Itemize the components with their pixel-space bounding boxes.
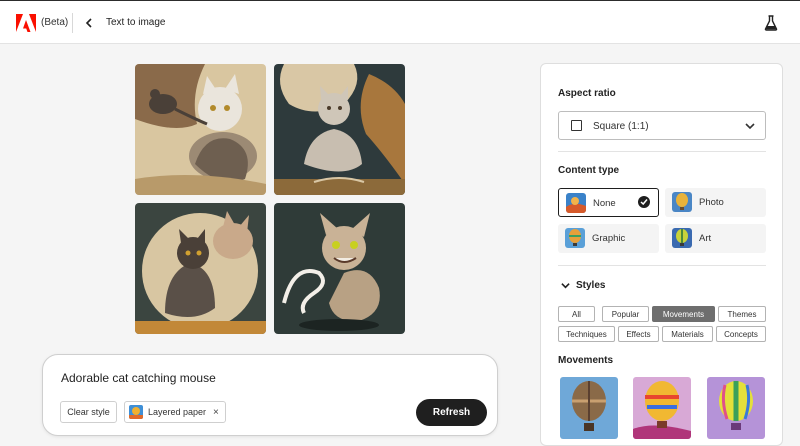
movement-style-1[interactable] <box>560 377 618 439</box>
cat-image <box>135 203 266 334</box>
cat-image <box>274 64 405 195</box>
back-button[interactable] <box>82 15 96 31</box>
balloon-icon <box>566 193 586 213</box>
balloon-thumbnail <box>633 377 691 439</box>
content-type-label: Photo <box>699 197 724 208</box>
layered-paper-thumbnail <box>129 405 143 419</box>
checkmark-icon <box>638 196 650 208</box>
styles-title: Styles <box>576 280 606 291</box>
adobe-logo-icon[interactable] <box>16 14 36 32</box>
movements-title: Movements <box>558 355 614 366</box>
styles-section-toggle[interactable]: Styles <box>561 280 605 291</box>
content-type-none[interactable]: None <box>558 188 659 217</box>
balloon-icon <box>672 228 692 248</box>
labs-flask-icon[interactable] <box>764 15 778 31</box>
content-type-art[interactable]: Art <box>665 224 766 253</box>
divider <box>558 151 766 152</box>
style-chip-layered-paper[interactable]: Layered paper × <box>124 401 226 423</box>
chevron-down-icon <box>561 283 570 289</box>
square-icon <box>571 120 582 131</box>
content-type-graphic[interactable]: Graphic <box>558 224 659 253</box>
settings-panel: Aspect ratio Square (1:1) Content type N… <box>540 63 783 446</box>
style-tab-movements[interactable]: Movements <box>652 306 715 322</box>
close-icon[interactable]: × <box>213 407 219 418</box>
breadcrumb: Text to image <box>106 17 166 28</box>
aspect-ratio-select[interactable]: Square (1:1) <box>558 111 766 140</box>
aspect-ratio-title: Aspect ratio <box>558 88 616 99</box>
chevron-left-icon <box>85 18 92 28</box>
chevron-down-icon <box>745 123 755 130</box>
balloon-icon <box>672 192 692 212</box>
style-chip-label: Layered paper <box>148 407 207 417</box>
balloon-thumbnail <box>560 377 618 439</box>
content-type-label: Art <box>699 233 712 244</box>
movement-style-3[interactable] <box>707 377 765 439</box>
content-type-label: Graphic <box>592 233 626 244</box>
generated-image-3[interactable] <box>135 203 266 334</box>
style-tab-popular[interactable]: Popular <box>602 306 649 322</box>
style-tab-concepts[interactable]: Concepts <box>716 326 766 342</box>
divider <box>558 265 766 266</box>
aspect-ratio-value: Square (1:1) <box>593 121 649 132</box>
generated-image-4[interactable] <box>274 203 405 334</box>
balloon-thumbnail <box>707 377 765 439</box>
prompt-box: Adorable cat catching mouse Clear style … <box>42 354 498 436</box>
style-tab-themes[interactable]: Themes <box>718 306 766 322</box>
style-tab-all[interactable]: All <box>558 306 595 322</box>
content-type-photo[interactable]: Photo <box>665 188 766 217</box>
image-grid <box>135 64 405 334</box>
cat-image <box>274 203 405 334</box>
content-type-title: Content type <box>558 165 620 176</box>
generated-image-2[interactable] <box>274 64 405 195</box>
style-tab-techniques[interactable]: Techniques <box>558 326 615 342</box>
cat-image <box>135 64 266 195</box>
content-type-label: None <box>593 198 616 209</box>
generated-image-1[interactable] <box>135 64 266 195</box>
style-tab-effects[interactable]: Effects <box>618 326 659 342</box>
movement-style-2[interactable] <box>633 377 691 439</box>
style-tab-materials[interactable]: Materials <box>662 326 713 342</box>
balloon-icon <box>565 228 585 248</box>
beta-label: (Beta) <box>41 17 69 28</box>
clear-style-button[interactable]: Clear style <box>60 401 117 423</box>
refresh-button[interactable]: Refresh <box>416 399 487 426</box>
top-bar: (Beta) Text to image <box>0 0 800 44</box>
prompt-input[interactable]: Adorable cat catching mouse <box>61 371 216 385</box>
header-divider <box>72 13 73 33</box>
